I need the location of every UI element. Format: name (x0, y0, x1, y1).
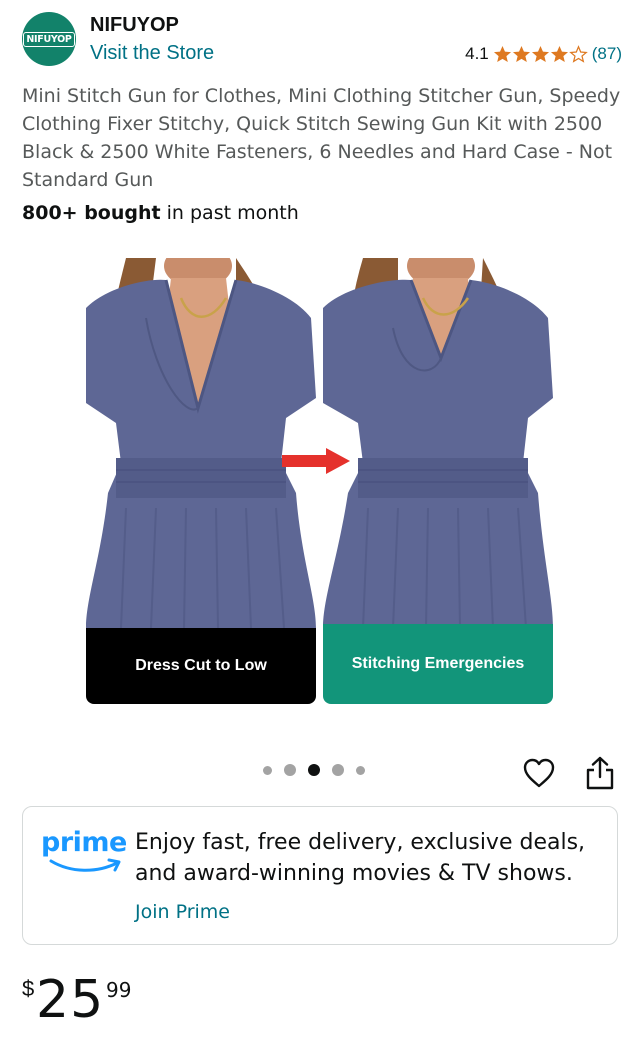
brand-logo[interactable]: NIFUYOP (22, 12, 76, 66)
pagination-dot[interactable] (263, 765, 272, 775)
product-image-gallery[interactable]: Dress Cut to Low Stitching Emergencies (86, 258, 554, 704)
pagination-dot[interactable] (356, 765, 365, 775)
after-image-panel: Stitching Emergencies (323, 258, 553, 704)
rating-stars (493, 45, 588, 63)
brand-logo-text: NIFUYOP (23, 31, 75, 47)
before-image-panel: Dress Cut to Low (86, 258, 316, 704)
star-icon (493, 45, 511, 63)
product-title: Mini Stitch Gun for Clothes, Mini Clothi… (22, 85, 621, 191)
share-icon[interactable] (584, 755, 616, 791)
join-prime-link[interactable]: Join Prime (135, 901, 230, 923)
image-pagination-dots[interactable] (263, 764, 377, 776)
prime-logo-word: prime (41, 827, 127, 858)
star-icon (531, 45, 549, 63)
bought-count-bold: 800+ bought (22, 202, 161, 224)
brand-name: NIFUYOP (90, 14, 179, 36)
rating-count[interactable]: (87) (592, 44, 622, 64)
bought-count-suffix: in past month (160, 202, 299, 224)
prime-promo-card[interactable]: prime Enjoy fast, free delivery, exclusi… (22, 806, 618, 945)
star-icon (512, 45, 530, 63)
price-fraction: 99 (106, 978, 132, 1002)
caption-after: Stitching Emergencies (323, 624, 553, 704)
price-symbol: $ (22, 976, 35, 1001)
prime-smile-icon (49, 858, 121, 872)
bought-count: 800+ bought in past month (22, 202, 299, 224)
pagination-dot[interactable] (332, 764, 344, 776)
rating-value: 4.1 (465, 44, 489, 63)
right-arrow-icon (282, 448, 350, 474)
heart-icon[interactable] (522, 756, 556, 790)
visit-store-link[interactable]: Visit the Store (90, 42, 214, 65)
star-outline-icon (568, 45, 588, 63)
star-icon (550, 45, 568, 63)
rating-summary[interactable]: 4.1 (87) (465, 44, 622, 64)
prime-logo: prime (41, 827, 127, 879)
price-whole: 25 (36, 970, 105, 1030)
pagination-dot[interactable] (284, 764, 296, 776)
caption-before: Dress Cut to Low (86, 628, 316, 704)
prime-description: Enjoy fast, free delivery, exclusive dea… (135, 830, 586, 886)
store-header: NIFUYOP NIFUYOP Visit the Store 4.1 (87) (22, 12, 622, 68)
pagination-dot-active[interactable] (308, 764, 320, 776)
